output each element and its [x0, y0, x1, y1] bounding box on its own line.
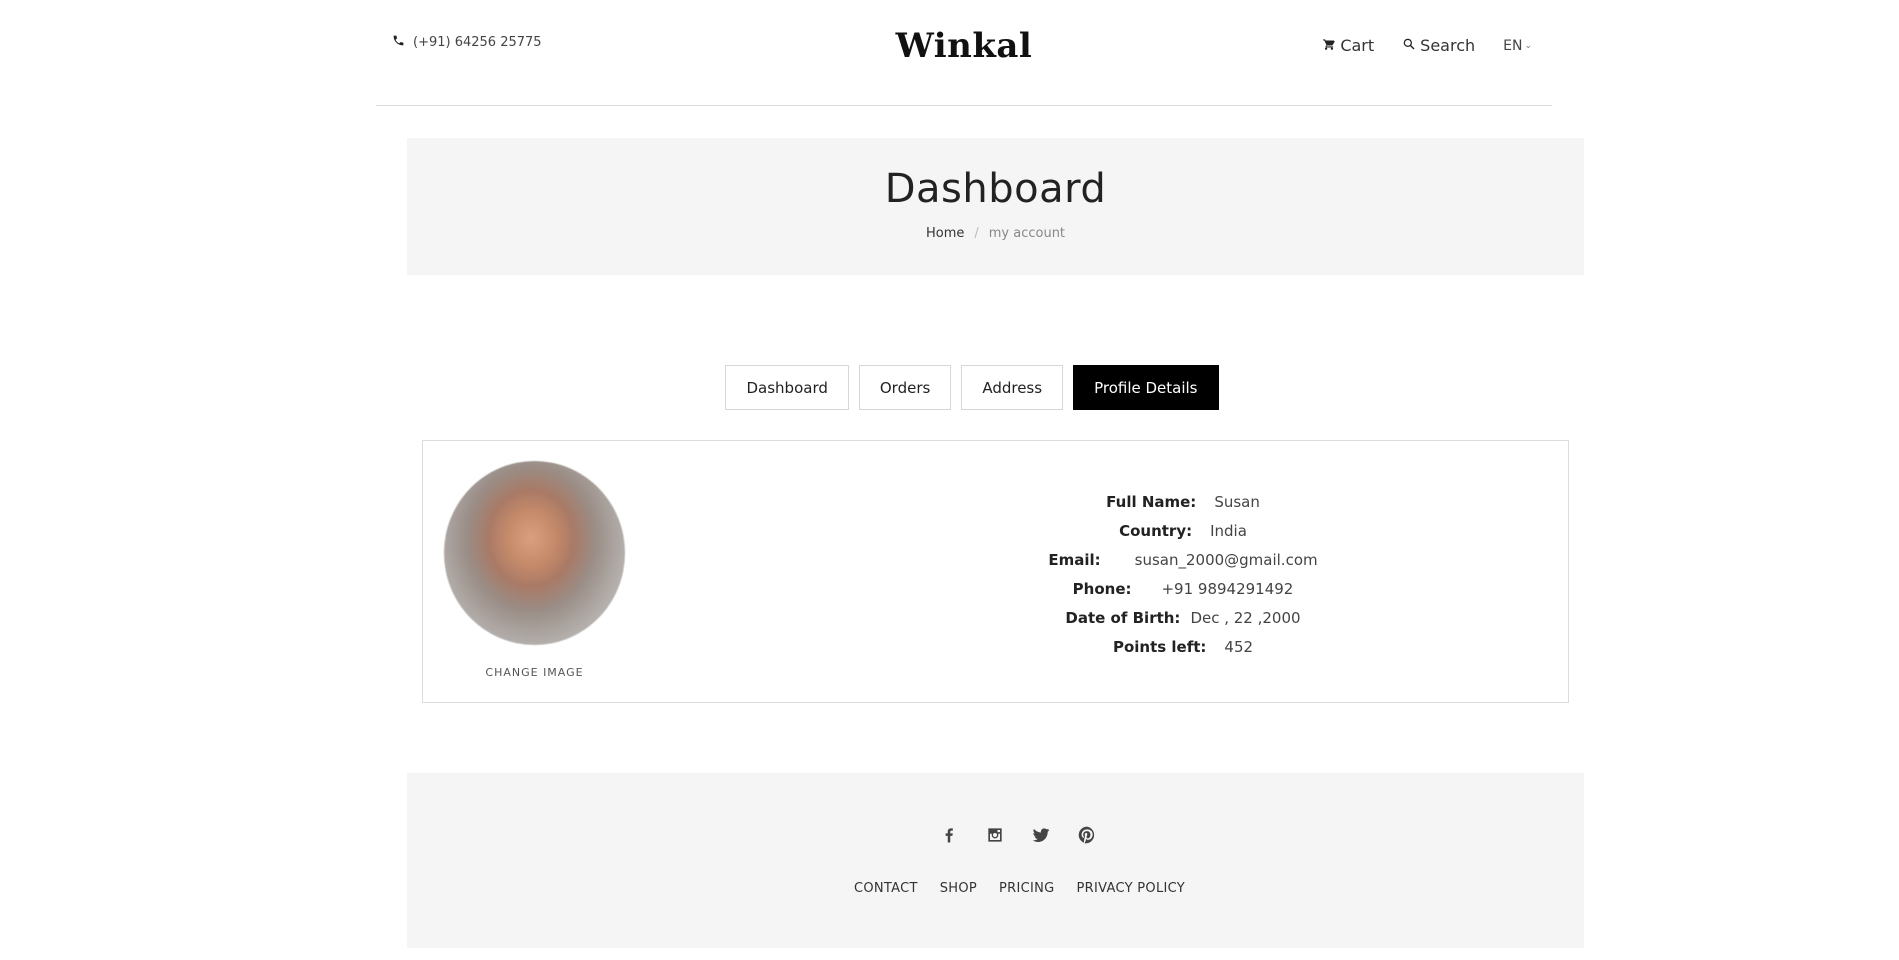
field-value: 452 [1224, 637, 1254, 656]
page-banner: Dashboard Home / my account [407, 138, 1584, 275]
field-label: Phone: [1072, 579, 1132, 598]
profile-row-phone: Phone: +91 9894291492 [943, 574, 1423, 603]
footer-link-pricing[interactable]: PRICING [999, 881, 1055, 896]
tab-address[interactable]: Address [961, 365, 1064, 410]
account-tabs: Dashboard Orders Address Profile Details [0, 365, 1899, 410]
profile-row-date-of-birth: Date of Birth: Dec , 22 ,2000 [943, 603, 1423, 632]
chevron-down-icon: ⌄ [1524, 40, 1532, 51]
field-label: Date of Birth: [1065, 608, 1181, 627]
pinterest-icon[interactable] [1077, 825, 1097, 849]
tab-profile-details[interactable]: Profile Details [1073, 365, 1219, 410]
cart-label: Cart [1340, 36, 1375, 55]
cart-link[interactable]: Cart [1322, 36, 1374, 55]
facebook-icon[interactable] [939, 825, 959, 849]
footer-link-contact[interactable]: CONTACT [854, 881, 918, 896]
field-value: India [1210, 521, 1247, 540]
profile-row-full-name: Full Name: Susan [943, 487, 1423, 516]
instagram-icon[interactable] [985, 825, 1005, 849]
twitter-icon[interactable] [1031, 825, 1051, 849]
breadcrumb-current: my account [988, 226, 1066, 241]
avatar [444, 461, 625, 645]
language-selector[interactable]: EN ⌄ [1503, 38, 1532, 54]
social-links [407, 825, 1584, 849]
breadcrumb-home[interactable]: Home [926, 226, 964, 241]
field-value: Susan [1214, 492, 1260, 511]
search-icon [1402, 36, 1416, 55]
search-link[interactable]: Search [1402, 36, 1475, 55]
field-value: +91 9894291492 [1161, 579, 1294, 598]
field-value: Dec , 22 ,2000 [1190, 608, 1301, 627]
header-actions: Cart Search EN ⌄ [1322, 36, 1532, 55]
search-label: Search [1420, 36, 1476, 55]
footer-link-shop[interactable]: SHOP [940, 881, 977, 896]
tab-dashboard[interactable]: Dashboard [725, 365, 849, 410]
field-label: Country: [1119, 521, 1193, 540]
profile-row-points-left: Points left: 452 [943, 632, 1423, 661]
site-footer: CONTACT SHOP PRICING PRIVACY POLICY [407, 773, 1584, 948]
profile-row-country: Country: India [943, 516, 1423, 545]
profile-card: CHANGE IMAGE Full Name: Susan Country: I… [422, 440, 1569, 703]
footer-link-privacy-policy[interactable]: PRIVACY POLICY [1077, 881, 1186, 896]
field-label: Email: [1048, 550, 1101, 569]
change-image-button[interactable]: CHANGE IMAGE [444, 666, 625, 679]
breadcrumb-separator: / [974, 226, 979, 241]
breadcrumb: Home / my account [407, 226, 1584, 241]
field-label: Full Name: [1106, 492, 1197, 511]
profile-details: Full Name: Susan Country: India Email: s… [943, 487, 1423, 661]
profile-row-email: Email: susan_2000@gmail.com [943, 545, 1423, 574]
cart-icon [1322, 36, 1336, 55]
field-value: susan_2000@gmail.com [1134, 550, 1318, 569]
field-label: Points left: [1112, 637, 1207, 656]
footer-nav: CONTACT SHOP PRICING PRIVACY POLICY [407, 881, 1584, 896]
site-header: (+91) 64256 25775 Winkal Cart Search EN … [376, 0, 1552, 106]
language-label: EN [1503, 37, 1523, 54]
tab-orders[interactable]: Orders [858, 365, 952, 410]
page-title: Dashboard [884, 166, 1107, 212]
